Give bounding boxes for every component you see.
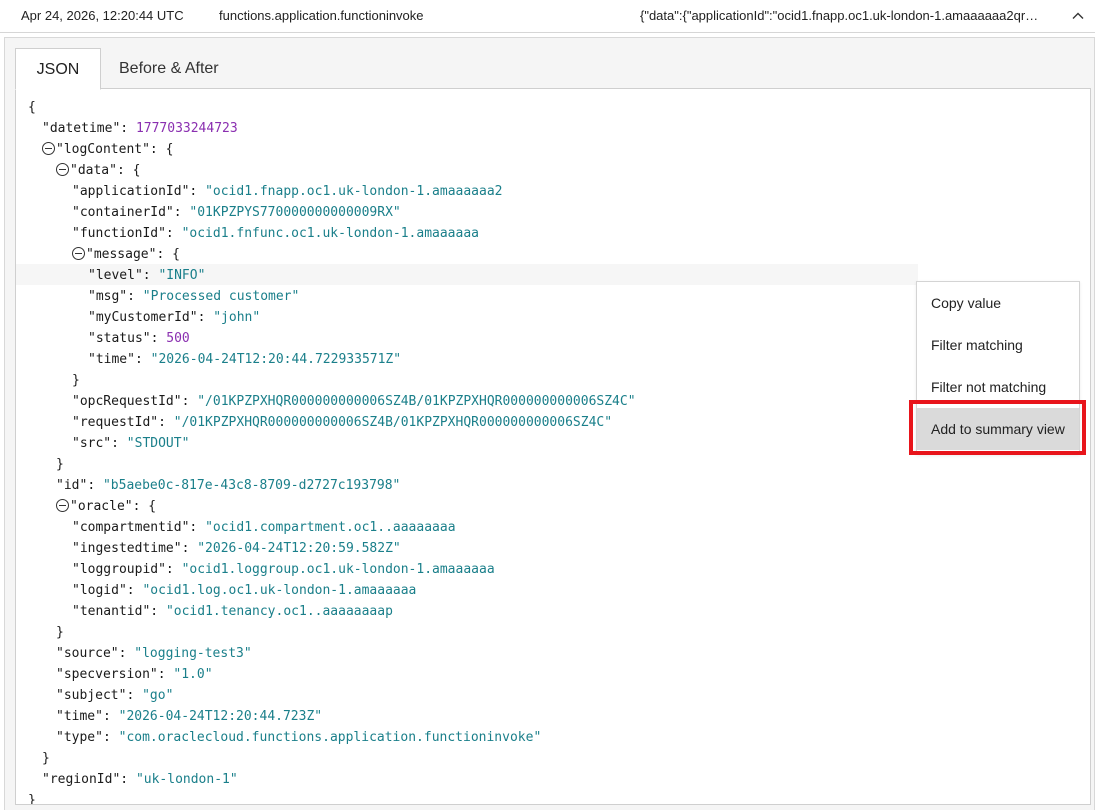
tab-json[interactable]: JSON [15, 48, 101, 90]
json-line-functionid[interactable]: "functionId": "ocid1.fnfunc.oc1.uk-londo… [72, 223, 479, 244]
json-line-id[interactable]: "id": "b5aebe0c-817e-43c8-8709-d2727c193… [56, 475, 400, 496]
json-line-loggroupid[interactable]: "loggroupid": "ocid1.loggroup.oc1.uk-lon… [72, 559, 495, 580]
json-line-containerid[interactable]: "containerId": "01KPZPYS770000000000009R… [72, 202, 401, 223]
json-line-logcontent[interactable]: "logContent": { [42, 139, 173, 160]
json-line-status[interactable]: "status": 500 [88, 328, 190, 349]
log-timestamp: Apr 24, 2026, 12:20:44 UTC [21, 8, 184, 23]
json-line-src[interactable]: "src": "STDOUT" [72, 433, 189, 454]
log-data-preview: {"data":{"applicationId":"ocid1.fnapp.oc… [640, 8, 1039, 23]
json-line-time-root[interactable]: "time": "2026-04-24T12:20:44.723Z" [56, 706, 322, 727]
collapse-toggle-icon[interactable] [72, 247, 85, 260]
json-line-tenantid[interactable]: "tenantid": "ocid1.tenancy.oc1..aaaaaaaa… [72, 601, 393, 622]
collapse-toggle-icon[interactable] [56, 499, 69, 512]
json-close-data: } [56, 457, 64, 472]
menu-item-filter-matching[interactable]: Filter matching [917, 324, 1079, 366]
tab-before-after[interactable]: Before & After [119, 48, 219, 88]
json-line-source[interactable]: "source": "logging-test3" [56, 643, 252, 664]
json-line-level[interactable]: "level": "INFO" [88, 265, 205, 286]
json-close-message: } [72, 373, 80, 388]
json-line-opcrequestid[interactable]: "opcRequestId": "/01KPZPXHQR000000000006… [72, 391, 636, 412]
log-entry-row[interactable]: Apr 24, 2026, 12:20:44 UTC functions.app… [0, 0, 1095, 33]
collapse-toggle-icon[interactable] [42, 142, 55, 155]
json-line-type[interactable]: "type": "com.oraclecloud.functions.appli… [56, 727, 541, 748]
json-line-message[interactable]: "message": { [72, 244, 180, 265]
menu-item-copy-value[interactable]: Copy value [917, 282, 1079, 324]
annotation-highlight-box [909, 400, 1086, 455]
json-line-mycustomerid[interactable]: "myCustomerId": "john" [88, 307, 260, 328]
json-line-compartmentid[interactable]: "compartmentid": "ocid1.compartment.oc1.… [72, 517, 456, 538]
json-line-data[interactable]: "data": { [56, 160, 140, 181]
json-line-logid[interactable]: "logid": "ocid1.log.oc1.uk-london-1.amaa… [72, 580, 416, 601]
json-close-brace: } [28, 793, 36, 805]
collapse-toggle-icon[interactable] [56, 163, 69, 176]
json-close-logcontent: } [42, 751, 50, 766]
json-line-msg[interactable]: "msg": "Processed customer" [88, 286, 299, 307]
log-event-type: functions.application.functioninvoke [219, 8, 424, 23]
json-open-brace: { [28, 100, 36, 115]
json-line-requestid[interactable]: "requestId": "/01KPZPXHQR000000000006SZ4… [72, 412, 612, 433]
json-line-subject[interactable]: "subject": "go" [56, 685, 173, 706]
json-line-applicationid[interactable]: "applicationId": "ocid1.fnapp.oc1.uk-lon… [72, 181, 502, 202]
json-line-datetime[interactable]: "datetime": 1777033244723 [42, 118, 238, 139]
chevron-up-icon[interactable] [1071, 9, 1085, 23]
json-line-oracle[interactable]: "oracle": { [56, 496, 156, 517]
json-line-ingestedtime[interactable]: "ingestedtime": "2026-04-24T12:20:59.582… [72, 538, 401, 559]
json-line-time[interactable]: "time": "2026-04-24T12:20:44.722933571Z" [88, 349, 401, 370]
json-close-oracle: } [56, 625, 64, 640]
json-line-regionid[interactable]: "regionId": "uk-london-1" [42, 769, 238, 790]
json-line-specversion[interactable]: "specversion": "1.0" [56, 664, 213, 685]
